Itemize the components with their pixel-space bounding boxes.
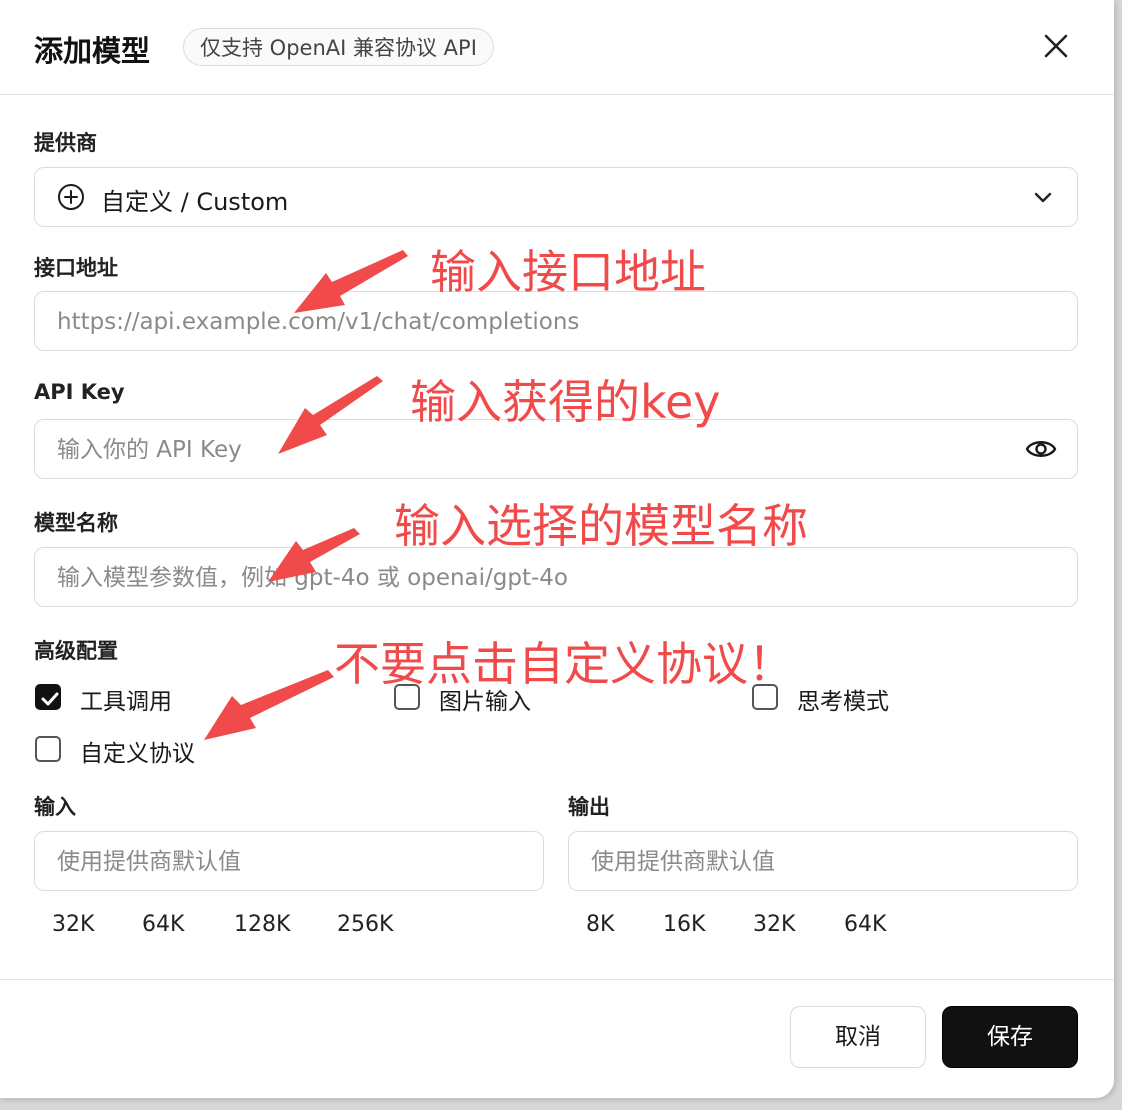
- output-tokens-label: 输出: [568, 795, 610, 819]
- model-name-input[interactable]: [55, 548, 1019, 607]
- endpoint-label: 接口地址: [34, 256, 118, 280]
- output-preset-16k[interactable]: 16K: [663, 912, 705, 937]
- cancel-button[interactable]: 取消: [790, 1006, 926, 1068]
- checkbox-label: 自定义协议: [80, 741, 195, 767]
- plus-circle-icon: [58, 184, 84, 210]
- input-tokens-input[interactable]: [55, 832, 529, 891]
- save-button[interactable]: 保存: [942, 1006, 1078, 1068]
- chevron-down-icon: [1034, 192, 1052, 203]
- protocol-annotation: 不要点击自定义协议！: [334, 637, 794, 691]
- model-name-label: 模型名称: [34, 511, 118, 535]
- input-tokens-label: 输入: [34, 795, 76, 819]
- checkbox-label: 思考模式: [797, 689, 889, 715]
- checkbox-box: [35, 684, 61, 710]
- input-preset-64k[interactable]: 64K: [142, 912, 184, 937]
- model-annotation: 输入选择的模型名称: [394, 499, 808, 553]
- compat-badge: 仅支持 OpenAI 兼容协议 API: [183, 28, 494, 66]
- footer-divider: [0, 979, 1114, 980]
- dialog-title: 添加模型: [34, 34, 151, 68]
- output-preset-64k[interactable]: 64K: [844, 912, 886, 937]
- input-preset-256k[interactable]: 256K: [337, 912, 393, 937]
- output-tokens-field: [568, 831, 1078, 891]
- model-name-field: [34, 547, 1078, 607]
- input-tokens-field: [34, 831, 544, 891]
- eye-icon[interactable]: [1025, 434, 1057, 464]
- dialog-header: 添加模型 仅支持 OpenAI 兼容协议 API: [0, 0, 1114, 95]
- checkbox-box: [35, 736, 61, 762]
- output-preset-32k[interactable]: 32K: [753, 912, 795, 937]
- input-preset-128k[interactable]: 128K: [234, 912, 290, 937]
- provider-value: 自定义 / Custom: [101, 188, 289, 216]
- checkbox-label: 工具调用: [80, 689, 172, 715]
- key-annotation: 输入获得的key: [410, 375, 721, 429]
- advanced-label: 高级配置: [34, 639, 118, 663]
- input-preset-32k[interactable]: 32K: [52, 912, 94, 937]
- provider-select[interactable]: 自定义 / Custom: [34, 167, 1078, 227]
- api-key-label: API Key: [34, 380, 125, 404]
- close-icon: [1044, 34, 1068, 58]
- provider-label: 提供商: [34, 131, 97, 155]
- close-button[interactable]: [1038, 28, 1074, 64]
- output-preset-8k[interactable]: 8K: [586, 912, 614, 937]
- output-tokens-input[interactable]: [589, 832, 1063, 891]
- endpoint-annotation: 输入接口地址: [430, 245, 706, 299]
- check-icon: [41, 692, 59, 706]
